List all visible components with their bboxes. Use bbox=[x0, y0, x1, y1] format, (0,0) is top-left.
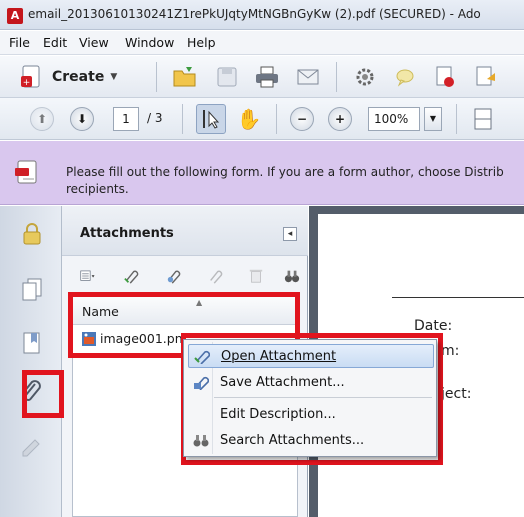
sign-document-button[interactable] bbox=[470, 62, 500, 92]
attachment-context-menu: Open Attachment Save Attachment... Edit … bbox=[183, 339, 437, 457]
email-button[interactable] bbox=[293, 62, 323, 92]
navigation-toolbar: ⬆ ⬇ 1 / 3 ✋ − + 100% ▼ bbox=[0, 98, 524, 140]
create-pdf-icon: + bbox=[21, 65, 40, 88]
document-rule bbox=[392, 297, 524, 298]
save-file-icon[interactable] bbox=[208, 268, 224, 284]
menu-item-edit-description[interactable]: Edit Description... bbox=[188, 402, 434, 426]
menu-item-label: Search Attachments... bbox=[220, 432, 365, 448]
bookmark-icon bbox=[23, 332, 40, 354]
save-attachment-icon bbox=[192, 373, 210, 391]
chevron-down-icon: ▼ bbox=[110, 72, 118, 82]
page-number-input[interactable]: 1 bbox=[113, 107, 139, 131]
attachments-toolbar bbox=[62, 257, 308, 293]
main-toolbar: + Create ▼ bbox=[0, 56, 524, 98]
hand-icon: ✋ bbox=[236, 107, 262, 131]
trash-icon[interactable] bbox=[248, 268, 264, 284]
menu-file[interactable]: File bbox=[9, 35, 30, 50]
attachments-panel-title: Attachments bbox=[80, 226, 174, 241]
subject-label: ject: bbox=[441, 386, 472, 402]
select-tool-button[interactable] bbox=[196, 104, 226, 134]
hand-tool-button[interactable]: ✋ bbox=[234, 104, 264, 134]
signatures-nav-button[interactable] bbox=[18, 432, 46, 460]
toolbar-divider bbox=[456, 104, 457, 134]
create-label: Create bbox=[52, 69, 105, 85]
print-button[interactable] bbox=[252, 62, 282, 92]
info-bar-message: Please fill out the following form. If y… bbox=[66, 165, 504, 196]
comment-button[interactable] bbox=[390, 62, 420, 92]
settings-button[interactable] bbox=[350, 62, 380, 92]
secure-document-button[interactable] bbox=[430, 62, 460, 92]
menu-item-label: Save Attachment... bbox=[220, 374, 345, 390]
navigation-pane-strip bbox=[0, 206, 62, 517]
toolbar-divider bbox=[276, 104, 277, 134]
plus-icon: + bbox=[334, 112, 346, 126]
save-button[interactable] bbox=[212, 62, 242, 92]
menu-item-search-attachments[interactable]: Search Attachments... bbox=[188, 428, 434, 452]
options-menu-icon[interactable] bbox=[80, 268, 96, 284]
create-button[interactable]: + Create ▼ bbox=[20, 62, 140, 92]
blank-icon bbox=[192, 405, 210, 423]
svg-text:+: + bbox=[23, 78, 31, 88]
zoom-level-input[interactable]: 100% bbox=[368, 107, 420, 131]
security-nav-button[interactable] bbox=[18, 220, 46, 248]
zoom-dropdown-button[interactable]: ▼ bbox=[424, 107, 442, 131]
from-label: m: bbox=[441, 343, 460, 359]
minus-icon: − bbox=[296, 112, 308, 126]
bookmarks-nav-button[interactable] bbox=[18, 330, 46, 358]
fit-page-button[interactable] bbox=[468, 104, 498, 134]
menu-item-label: Edit Description... bbox=[220, 406, 336, 422]
open-file-icon[interactable] bbox=[124, 268, 140, 284]
menu-edit[interactable]: Edit bbox=[43, 35, 67, 50]
highlight-box-paperclip bbox=[22, 370, 64, 418]
envelope-icon bbox=[297, 69, 319, 85]
cursor-select-icon bbox=[203, 110, 220, 129]
menu-item-label: Open Attachment bbox=[221, 348, 337, 364]
menu-help[interactable]: Help bbox=[187, 35, 216, 50]
toolbar-divider bbox=[156, 62, 157, 92]
floppy-disk-icon bbox=[217, 67, 237, 87]
previous-page-button[interactable]: ⬆ bbox=[30, 107, 54, 131]
date-label: Date: bbox=[414, 318, 453, 334]
binoculars-search-icon[interactable] bbox=[284, 268, 300, 284]
gear-icon bbox=[356, 68, 374, 86]
zoom-in-button[interactable]: + bbox=[328, 107, 352, 131]
menu-item-open-attachment[interactable]: Open Attachment bbox=[188, 344, 434, 368]
toolbar-divider bbox=[182, 104, 183, 134]
fit-page-icon bbox=[474, 108, 492, 130]
binoculars-search-icon bbox=[192, 431, 210, 449]
open-folder-icon bbox=[173, 67, 196, 87]
document-sign-icon bbox=[476, 66, 495, 86]
toolbar-divider bbox=[336, 62, 337, 92]
menu-view[interactable]: View bbox=[79, 35, 109, 50]
document-secure-icon bbox=[436, 66, 454, 87]
zoom-out-button[interactable]: − bbox=[290, 107, 314, 131]
collapse-panel-button[interactable]: ◂ bbox=[283, 227, 297, 241]
signature-pen-icon bbox=[22, 439, 40, 457]
arrow-up-icon: ⬆ bbox=[36, 112, 48, 126]
lock-icon bbox=[23, 223, 41, 245]
arrow-down-icon: ⬇ bbox=[76, 112, 88, 126]
page-total: / 3 bbox=[147, 111, 163, 125]
add-file-icon[interactable] bbox=[166, 268, 182, 284]
open-attachment-icon bbox=[193, 347, 211, 365]
printer-icon bbox=[256, 66, 278, 88]
form-document-icon bbox=[15, 160, 37, 184]
window-title: email_20130610130241Z1rePkUJqtyMtNGBnGyK… bbox=[28, 7, 481, 21]
menu-item-save-attachment[interactable]: Save Attachment... bbox=[188, 370, 434, 394]
speech-bubble-icon bbox=[396, 69, 414, 87]
acrobat-app-icon[interactable]: A bbox=[7, 8, 23, 24]
menu-separator bbox=[214, 397, 432, 398]
open-folder-button[interactable] bbox=[170, 62, 200, 92]
menu-window[interactable]: Window bbox=[125, 35, 174, 50]
next-page-button[interactable]: ⬇ bbox=[70, 107, 94, 131]
menu-bar: File Edit View Window Help bbox=[0, 31, 524, 55]
page-thumbnails-nav-button[interactable] bbox=[18, 276, 46, 304]
pages-icon bbox=[22, 278, 42, 301]
